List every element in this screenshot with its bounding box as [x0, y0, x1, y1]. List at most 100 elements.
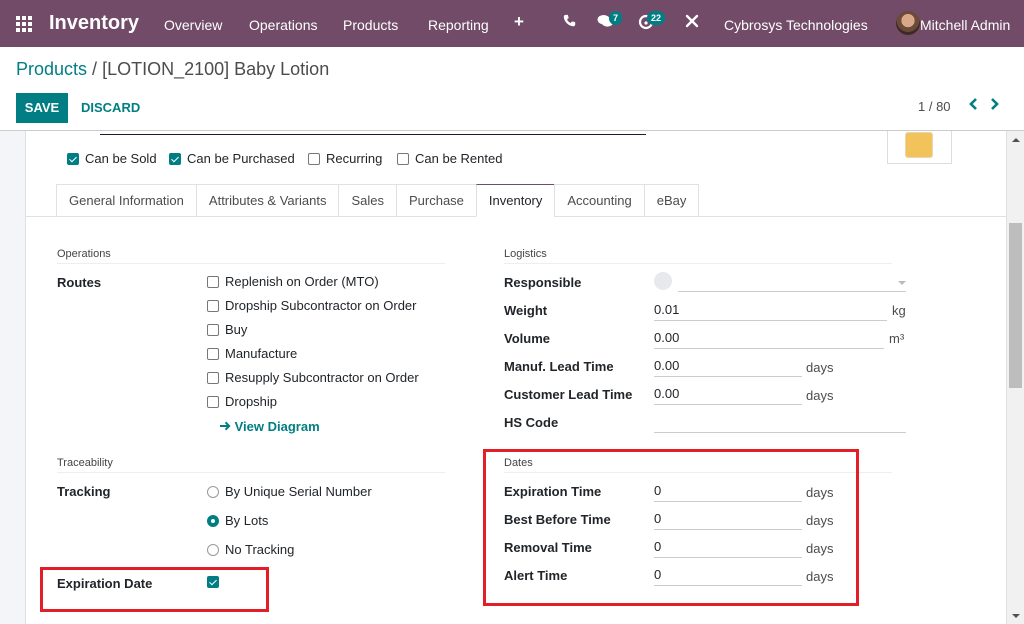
scroll-up-arrow-icon[interactable] [1012, 138, 1020, 142]
tracking-lots-option[interactable]: By Lots [207, 513, 268, 528]
scrollbar-thumb[interactable] [1009, 223, 1022, 388]
customer-lead-time-input[interactable]: 0.00 [654, 385, 802, 405]
dropdown-caret-icon[interactable] [898, 281, 906, 285]
can-be-purchased-checkbox[interactable] [169, 152, 181, 165]
tracking-serial-option[interactable]: By Unique Serial Number [207, 484, 372, 499]
radio-button[interactable] [207, 485, 219, 498]
product-name-field[interactable] [100, 134, 646, 135]
can-be-purchased-label: Can be Purchased [187, 151, 295, 166]
responsible-select[interactable] [678, 272, 906, 292]
can-be-rented-label: Can be Rented [415, 151, 503, 166]
chevron-right-icon [991, 98, 999, 110]
breadcrumb: Products / [LOTION_2100] Baby Lotion [16, 59, 329, 80]
logistics-group-title: Logistics [504, 248, 547, 260]
pager-value[interactable]: 1 / 80 [918, 99, 951, 114]
scroll-down-arrow-icon[interactable] [1012, 614, 1020, 618]
route-checkbox[interactable] [207, 299, 219, 312]
responsible-label: Responsible [504, 275, 582, 290]
product-image[interactable] [887, 131, 952, 164]
route-checkbox[interactable] [207, 371, 219, 384]
route-checkbox[interactable] [207, 323, 219, 336]
radio-button[interactable] [207, 543, 219, 556]
tools-icon[interactable] [685, 14, 699, 32]
route-dropship[interactable]: Dropship [207, 394, 277, 409]
menu-operations[interactable]: Operations [249, 17, 317, 33]
breadcrumb-current: [LOTION_2100] Baby Lotion [102, 59, 330, 79]
plus-icon[interactable]: + [514, 12, 524, 32]
route-checkbox[interactable] [207, 395, 219, 408]
view-diagram-link[interactable]: View Diagram [220, 419, 320, 434]
discard-button[interactable]: DISCARD [81, 93, 140, 123]
route-label: Manufacture [225, 346, 298, 361]
weight-input[interactable]: 0.01 [654, 301, 887, 321]
activities-badge: 22 [647, 11, 666, 25]
pager-previous-button[interactable] [968, 97, 978, 116]
product-image-thumbnail [905, 132, 933, 158]
customer-lead-time-unit: days [806, 388, 834, 403]
volume-input[interactable]: 0.00 [654, 329, 884, 349]
user-avatar[interactable] [896, 11, 920, 35]
save-button[interactable]: SAVE [16, 93, 68, 123]
can-be-sold-checkbox[interactable] [67, 152, 79, 165]
chevron-left-icon [969, 98, 977, 110]
recurring-checkbox[interactable] [308, 152, 320, 165]
route-label: Dropship Subcontractor on Order [225, 298, 417, 313]
phone-icon[interactable] [563, 14, 576, 31]
radio-label: By Lots [225, 513, 269, 528]
view-diagram-label: View Diagram [234, 419, 320, 434]
menu-overview[interactable]: Overview [164, 17, 222, 33]
route-resupply-subcontractor[interactable]: Resupply Subcontractor on Order [207, 370, 419, 385]
traceability-group-title: Traceability [57, 457, 113, 469]
control-panel: Products / [LOTION_2100] Baby Lotion SAV… [0, 47, 1024, 131]
breadcrumb-products[interactable]: Products [16, 59, 87, 79]
route-dropship-subcontractor[interactable]: Dropship Subcontractor on Order [207, 298, 416, 313]
volume-unit: m³ [889, 331, 905, 346]
route-label: Dropship [225, 394, 278, 409]
arrow-right-icon [220, 421, 231, 431]
option-can-be-rented[interactable]: Can be Rented [397, 151, 502, 166]
top-navbar: Inventory Overview Operations Products R… [0, 0, 1024, 47]
tab-general-information[interactable]: General Information [56, 184, 196, 217]
route-replenish-on-order[interactable]: Replenish on Order (MTO) [207, 274, 379, 289]
apps-menu-icon[interactable] [16, 16, 32, 32]
route-buy[interactable]: Buy [207, 322, 247, 337]
volume-label: Volume [504, 331, 550, 346]
vertical-scrollbar[interactable] [1007, 131, 1024, 624]
logistics-divider [504, 263, 892, 264]
user-menu[interactable]: Mitchell Admin [920, 17, 1010, 33]
responsible-avatar-icon [654, 272, 672, 290]
can-be-rented-checkbox[interactable] [397, 152, 409, 165]
option-recurring[interactable]: Recurring [308, 151, 382, 166]
option-can-be-sold[interactable]: Can be Sold [67, 151, 157, 166]
can-be-sold-label: Can be Sold [85, 151, 157, 166]
app-name[interactable]: Inventory [49, 12, 139, 35]
radio-button[interactable] [207, 514, 219, 527]
route-checkbox[interactable] [207, 347, 219, 360]
operations-divider [57, 263, 445, 264]
pager-next-button[interactable] [990, 97, 1000, 116]
dates-highlight [483, 449, 859, 606]
tab-ebay[interactable]: eBay [643, 184, 700, 217]
breadcrumb-separator: / [87, 59, 103, 79]
tab-inventory[interactable]: Inventory [475, 184, 555, 217]
route-label: Buy [225, 322, 248, 337]
weight-label: Weight [504, 303, 548, 318]
route-checkbox[interactable] [207, 275, 219, 288]
tab-sales[interactable]: Sales [338, 184, 396, 217]
tab-purchase[interactable]: Purchase [395, 184, 476, 217]
option-can-be-purchased[interactable]: Can be Purchased [169, 151, 295, 166]
traceability-divider [57, 472, 445, 473]
route-manufacture[interactable]: Manufacture [207, 346, 297, 361]
tracking-none-option[interactable]: No Tracking [207, 542, 294, 557]
manuf-lead-time-input[interactable]: 0.00 [654, 357, 802, 377]
operations-group-title: Operations [57, 248, 111, 260]
tab-accounting[interactable]: Accounting [554, 184, 644, 217]
expiration-date-highlight [40, 567, 269, 612]
tab-attributes-variants[interactable]: Attributes & Variants [195, 184, 339, 217]
hs-code-input[interactable] [654, 413, 906, 433]
menu-reporting[interactable]: Reporting [428, 17, 489, 33]
company-switcher[interactable]: Cybrosys Technologies [724, 17, 868, 33]
route-label: Resupply Subcontractor on Order [225, 370, 419, 385]
menu-products[interactable]: Products [343, 17, 398, 33]
manuf-lead-time-unit: days [806, 360, 834, 375]
